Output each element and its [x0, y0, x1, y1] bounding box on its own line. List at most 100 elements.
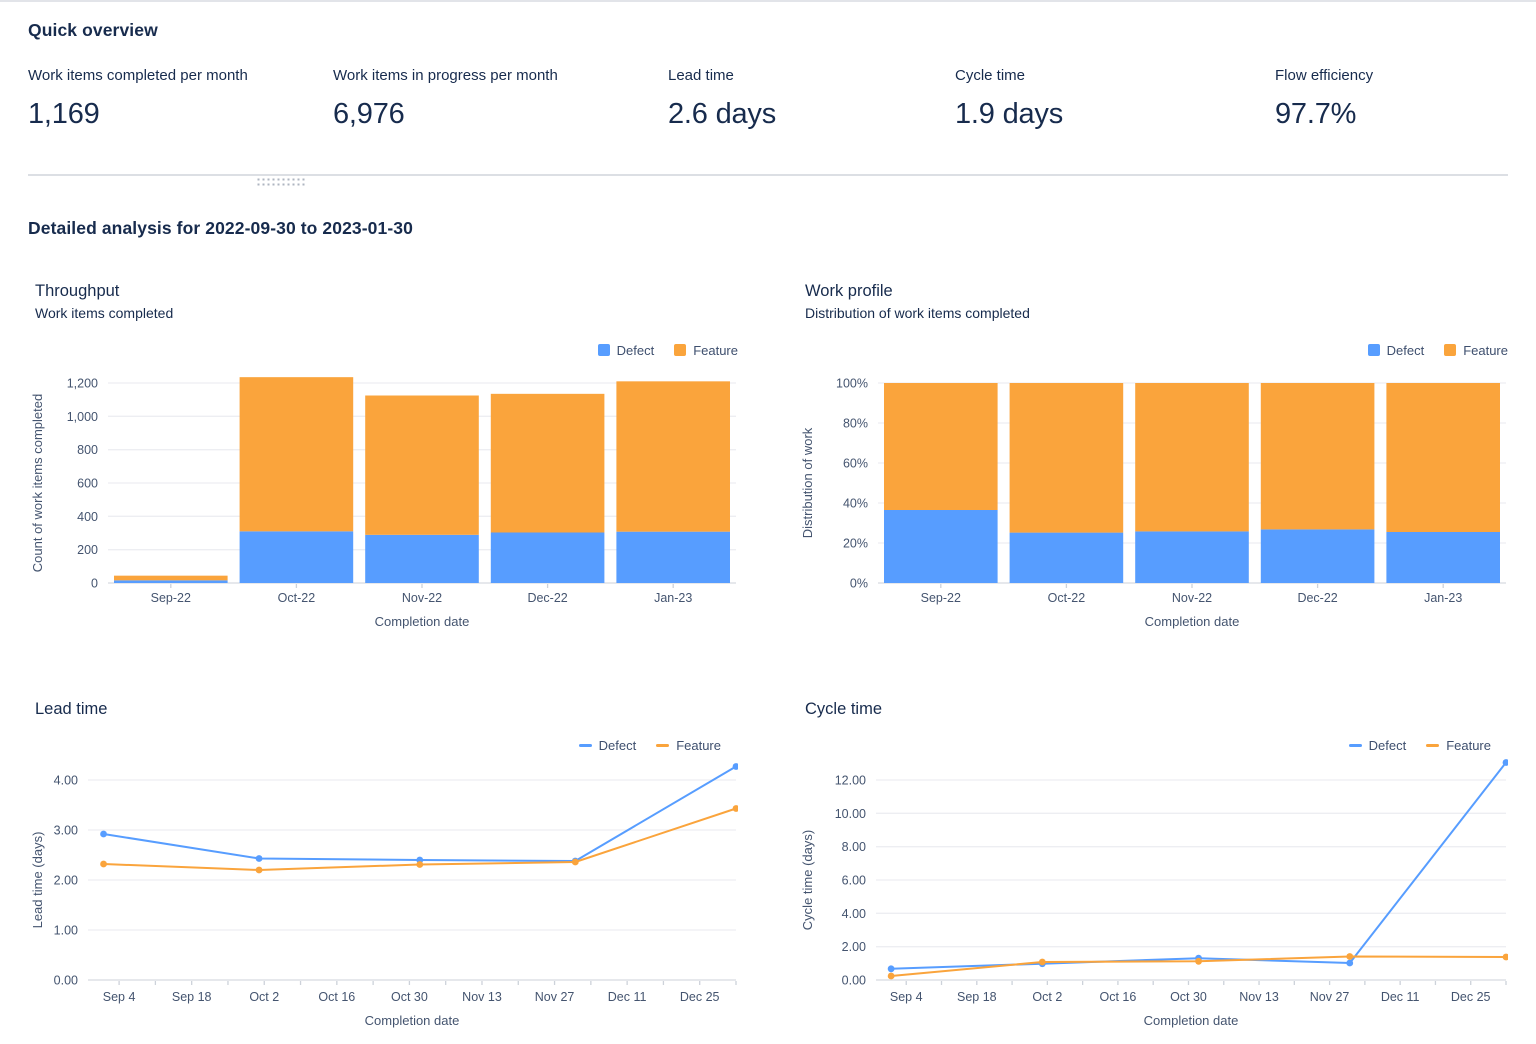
kpi-flow-efficiency: Flow efficiency 97.7%	[1275, 67, 1508, 131]
legend-label: Feature	[676, 738, 721, 753]
kpi-value: 2.6 days	[668, 98, 955, 131]
x-tick-label: Oct 2	[1032, 990, 1062, 1004]
x-tick-label: Sep 18	[957, 990, 997, 1004]
chart-title: Cycle time	[805, 699, 1508, 719]
bar-jan-23-feature	[616, 381, 730, 531]
legend-item-defect[interactable]: Defect	[1368, 343, 1425, 358]
legend-item-defect[interactable]: Defect	[579, 738, 637, 753]
y-tick-label: 8.00	[842, 840, 866, 854]
bar-nov-22-feature	[365, 396, 479, 535]
feature-swatch-icon	[656, 744, 669, 747]
y-tick-label: 1,200	[67, 377, 98, 391]
point-defect-dec-1	[1346, 960, 1353, 967]
kpi-label: Work items completed per month	[28, 67, 333, 84]
throughput-card: Throughput Work items completed DefectFe…	[28, 281, 738, 635]
bar-nov-22-defect	[1135, 531, 1249, 583]
legend-item-feature[interactable]: Feature	[674, 343, 738, 358]
x-axis-title: Completion date	[375, 614, 470, 629]
point-feature-sep-1	[100, 861, 107, 868]
legend-item-feature[interactable]: Feature	[656, 738, 721, 753]
y-axis-title: Cycle time (days)	[800, 830, 815, 930]
y-tick-label: 0.00	[54, 974, 78, 988]
lead-time-chart-canvas: 0.001.002.003.004.00Sep 4Sep 18Oct 2Oct …	[28, 758, 738, 1030]
point-defect-sep-1	[888, 965, 895, 972]
x-tick-label: Dec 11	[1381, 990, 1420, 1004]
bar-dec-22-feature	[1261, 383, 1375, 529]
legend-label: Defect	[617, 343, 655, 358]
defect-swatch-icon	[1368, 344, 1380, 356]
point-feature-jan-1	[1503, 954, 1508, 961]
y-tick-label: 2.00	[842, 940, 866, 954]
kpi-completed-per-month: Work items completed per month 1,169	[28, 67, 333, 131]
x-tick-label: Sep 18	[172, 990, 212, 1004]
bar-dec-22-feature	[491, 394, 605, 533]
x-tick-label: Sep-22	[151, 591, 191, 605]
y-tick-label: 3.00	[54, 824, 78, 838]
bar-jan-23-feature	[1386, 383, 1500, 532]
legend-item-defect[interactable]: Defect	[1349, 738, 1407, 753]
y-tick-label: 10.00	[835, 807, 866, 821]
lead-time-card: Lead time DefectFeature 0.001.002.003.00…	[28, 699, 738, 1030]
bar-sep-22-defect	[114, 580, 228, 583]
x-tick-label: Dec 25	[680, 990, 720, 1004]
work-profile-chart-canvas: 0%20%40%60%80%100%Sep-22Oct-22Nov-22Dec-…	[798, 363, 1508, 635]
lead-time-legend: Defect Feature	[28, 736, 721, 754]
x-tick-label: Nov 27	[1310, 990, 1350, 1004]
y-tick-label: 0.00	[842, 974, 866, 988]
y-tick-label: 200	[77, 543, 98, 557]
y-tick-label: 400	[77, 510, 98, 524]
detailed-analysis-title: Detailed analysis for 2022-09-30 to 2023…	[28, 218, 1508, 239]
feature-swatch-icon	[674, 344, 686, 356]
bar-oct-22-defect	[1010, 533, 1124, 583]
point-feature-oct-1	[1039, 959, 1046, 966]
cycle-time-legend: Defect Feature	[798, 736, 1491, 754]
x-tick-label: Dec-22	[1297, 591, 1337, 605]
point-defect-sep-1	[100, 831, 107, 838]
quick-overview-title: Quick overview	[28, 20, 1508, 41]
point-feature-nov-1	[1195, 958, 1202, 965]
point-feature-jan-1	[733, 805, 738, 812]
bar-jan-23-defect	[616, 532, 730, 583]
x-tick-label: Jan-23	[1424, 591, 1462, 605]
bar-dec-22-defect	[491, 533, 605, 584]
bar-sep-22-feature	[884, 383, 998, 510]
charts-grid: Throughput Work items completed DefectFe…	[28, 281, 1508, 1030]
throughput-legend: Defect Feature	[28, 341, 738, 359]
y-tick-label: 100%	[836, 377, 868, 391]
y-tick-label: 4.00	[54, 774, 78, 788]
y-tick-label: 1,000	[67, 410, 98, 424]
y-tick-label: 0	[91, 577, 98, 591]
legend-item-feature[interactable]: Feature	[1426, 738, 1491, 753]
legend-label: Defect	[599, 738, 637, 753]
y-tick-label: 600	[77, 477, 98, 491]
x-tick-label: Oct 30	[1170, 990, 1207, 1004]
y-tick-label: 40%	[843, 497, 868, 511]
bar-sep-22-defect	[884, 510, 998, 583]
x-tick-label: Dec 25	[1451, 990, 1491, 1004]
y-axis-title: Distribution of work	[800, 427, 815, 538]
legend-item-feature[interactable]: Feature	[1444, 343, 1508, 358]
bar-oct-22-defect	[240, 531, 354, 583]
bar-jan-23-defect	[1386, 532, 1500, 583]
legend-label: Feature	[693, 343, 738, 358]
point-feature-dec-1	[1346, 953, 1353, 960]
x-tick-label: Nov 27	[535, 990, 575, 1004]
x-tick-label: Oct 16	[318, 990, 355, 1004]
x-tick-label: Nov 13	[1239, 990, 1279, 1004]
kpi-label: Flow efficiency	[1275, 67, 1508, 84]
drag-handle-icon[interactable]	[256, 177, 306, 187]
cycle-time-card: Cycle time DefectFeature 0.002.004.006.0…	[798, 699, 1508, 1030]
legend-item-defect[interactable]: Defect	[598, 343, 655, 358]
point-defect-oct-1	[256, 855, 263, 862]
work-profile-legend: Defect Feature	[798, 341, 1508, 359]
line-defect	[104, 767, 736, 862]
x-tick-label: Oct 30	[391, 990, 428, 1004]
x-axis-title: Completion date	[365, 1013, 460, 1028]
kpi-value: 97.7%	[1275, 98, 1508, 131]
y-tick-label: 60%	[843, 457, 868, 471]
kpi-in-progress-per-month: Work items in progress per month 6,976	[333, 67, 668, 131]
section-divider	[28, 174, 1508, 188]
kpi-row: Work items completed per month 1,169 Wor…	[28, 67, 1508, 131]
point-feature-nov-1	[416, 861, 423, 868]
line-defect	[891, 763, 1506, 969]
